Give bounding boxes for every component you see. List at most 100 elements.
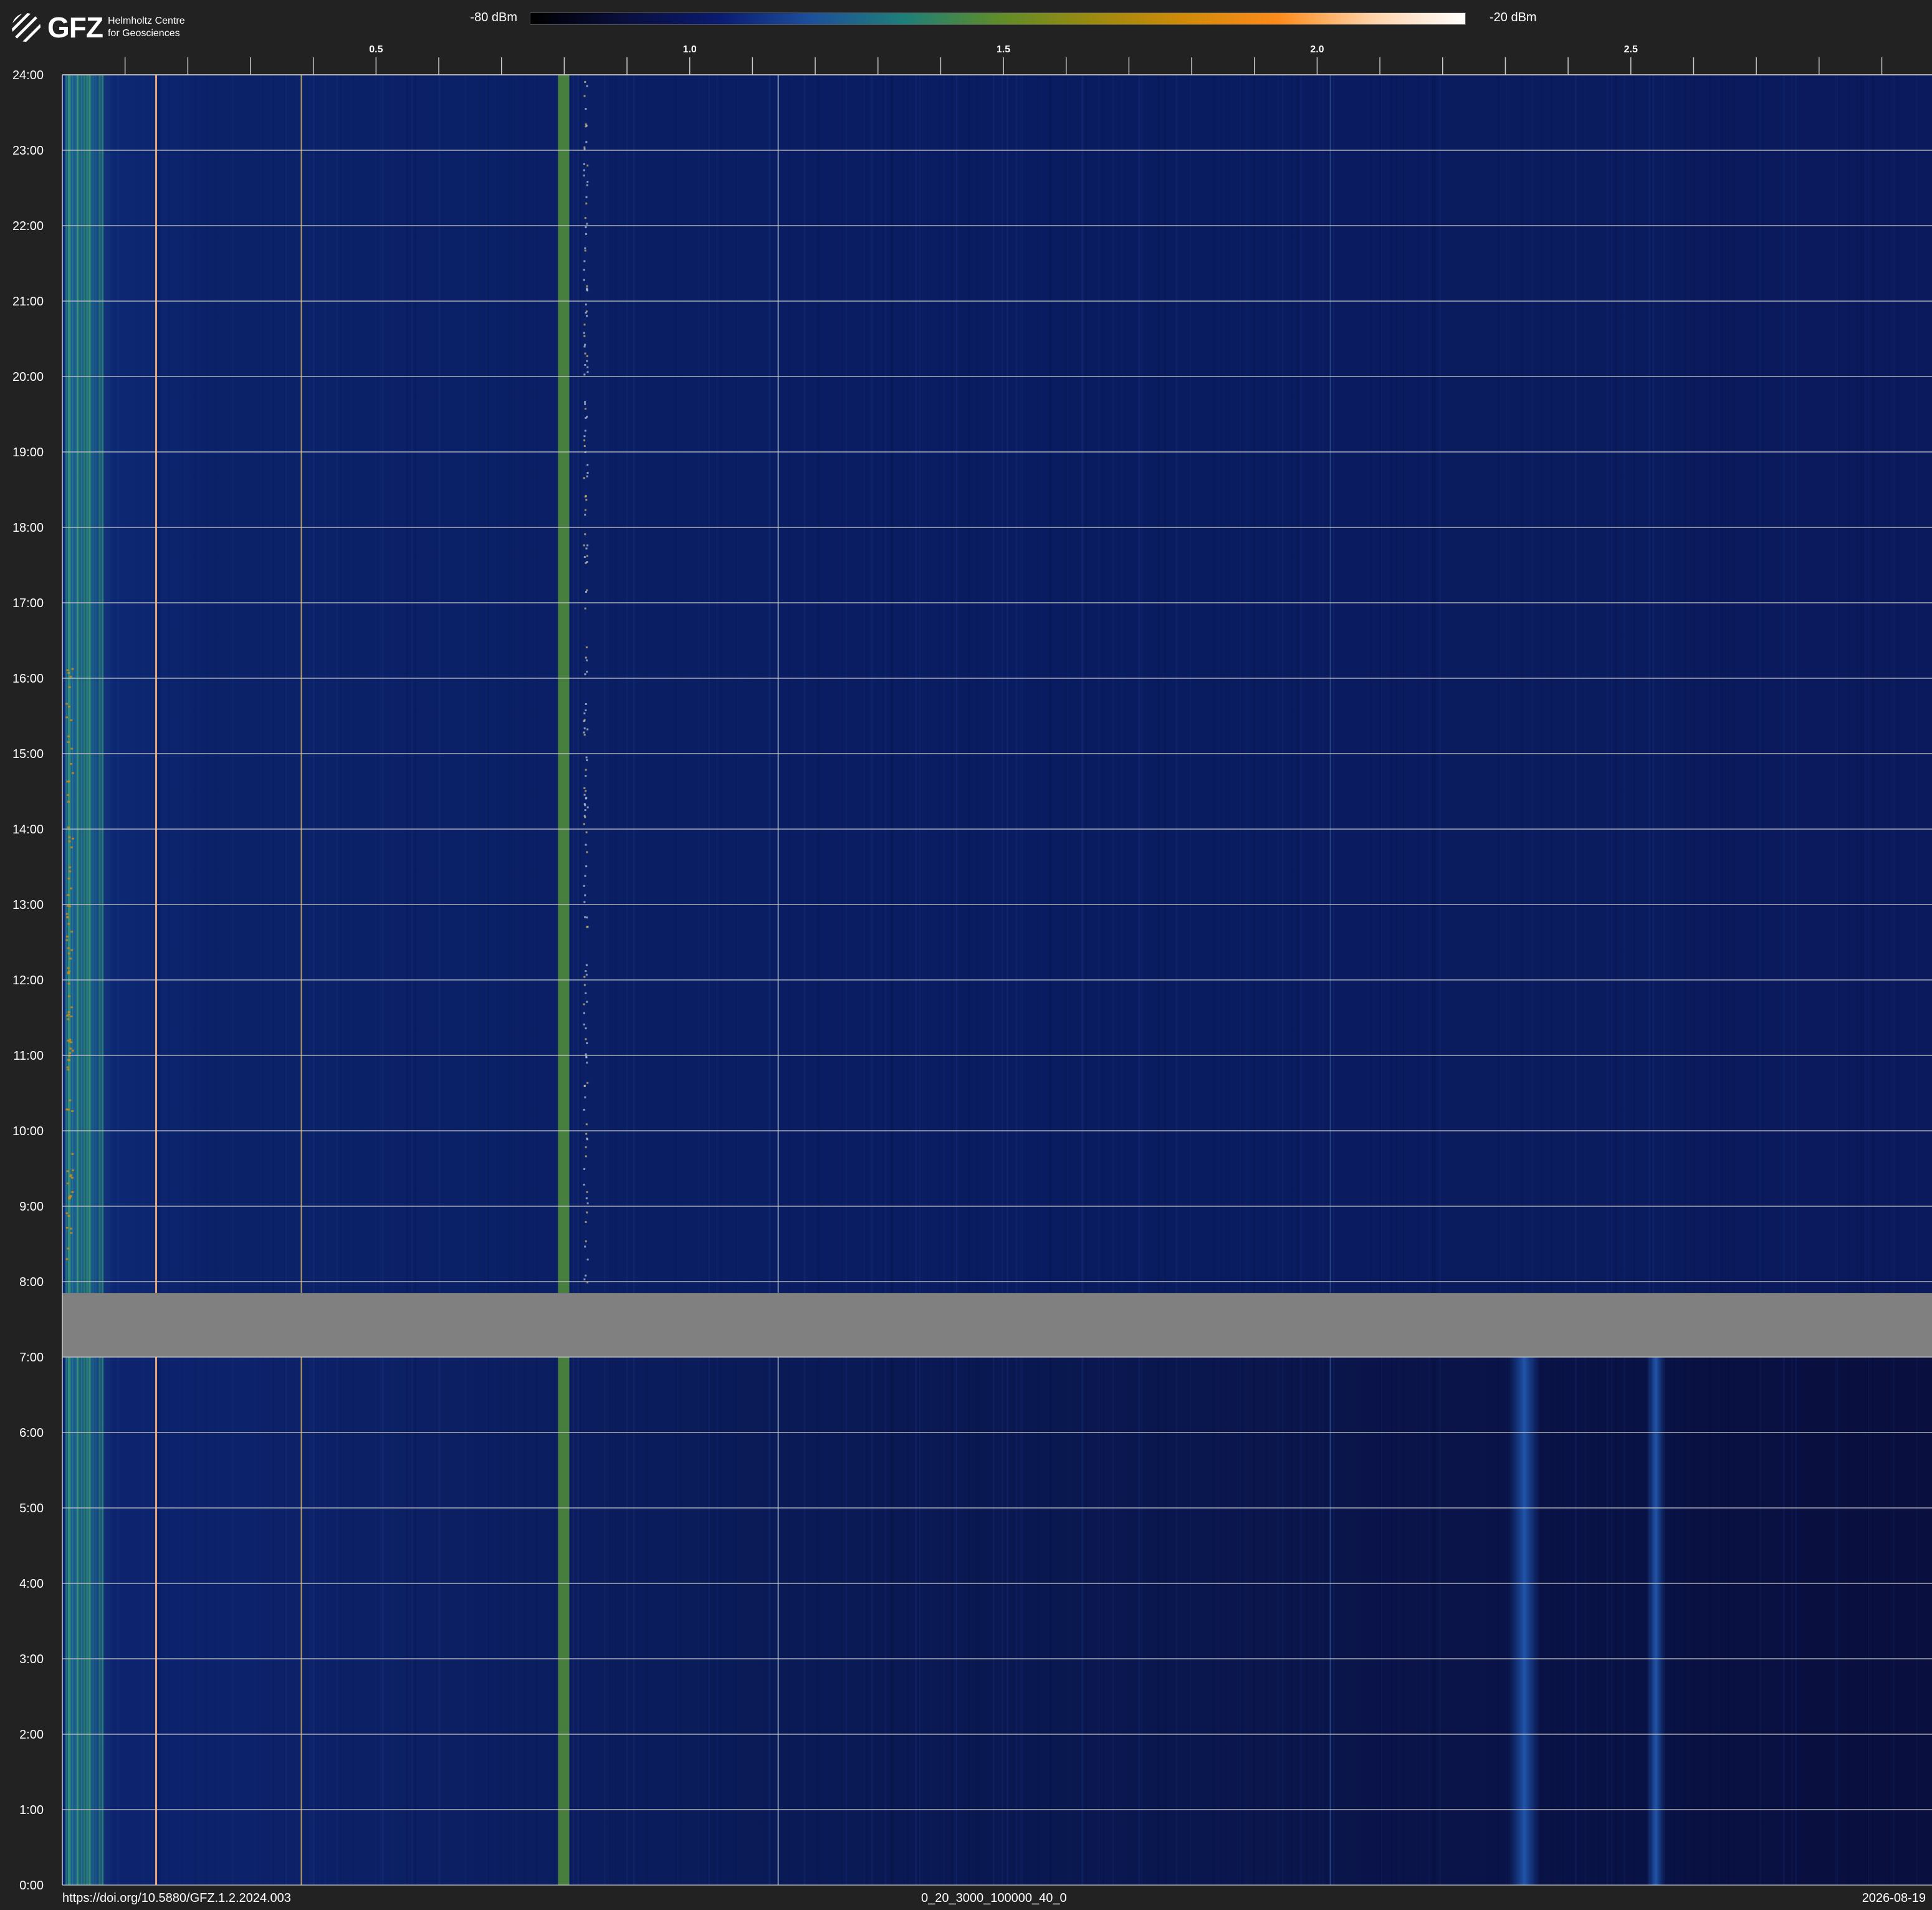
intermittent-dot: [585, 797, 588, 799]
intermittent-dot: [586, 851, 588, 853]
intermittent-dot: [585, 108, 587, 110]
intermittent-dot: [583, 269, 585, 271]
intermittent-dot: [584, 363, 586, 366]
intermittent-dot: [583, 439, 586, 441]
persistent-signal-1: [155, 75, 158, 1293]
intermittent-band-2: [1646, 1357, 1666, 1885]
intermittent-dot: [585, 499, 588, 501]
intermittent-dot: [585, 1197, 588, 1199]
intermittent-dot: [585, 1137, 588, 1140]
intermittent-dot: [583, 1012, 585, 1014]
intermittent-dot: [586, 165, 589, 167]
intermittent-dot: [585, 312, 587, 314]
intermittent-dot: [585, 756, 588, 759]
intermittent-dot: [586, 1191, 588, 1193]
intermittent-dot: [586, 355, 588, 357]
intermittent-dot: [583, 984, 586, 986]
y-tick-label: 22:00: [12, 219, 44, 233]
intermittent-dot: [586, 181, 589, 183]
intermittent-dot: [584, 1096, 586, 1098]
lowfreq-burst: [69, 1039, 72, 1041]
intermittent-dot: [584, 673, 586, 676]
intermittent-dot: [585, 769, 587, 771]
intermittent-dot: [584, 247, 586, 249]
intermittent-dot: [586, 223, 588, 225]
intermittent-dot: [583, 1168, 586, 1170]
lowfreq-burst: [67, 1068, 70, 1071]
lowfreq-burst: [70, 931, 74, 933]
intermittent-dot: [584, 894, 586, 896]
lowfreq-burst: [69, 1175, 72, 1178]
intermittent-dot: [586, 728, 589, 731]
intermittent-dot: [584, 217, 586, 219]
intermittent-dot: [586, 1202, 589, 1204]
lowfreq-burst: [66, 1014, 69, 1017]
intermittent-dot: [583, 794, 586, 796]
lowfreq-burst: [67, 735, 70, 737]
intermittent-dot: [583, 544, 585, 547]
lowfreq-burst: [65, 1212, 69, 1214]
y-tick-label: 21:00: [12, 295, 44, 309]
spectrogram-chart: 0.5 1.0 1.5 2.0 2.5 0:00 1:00 2:00 3:00 4:00 5:00…: [12, 44, 1932, 1893]
intermittent-dot: [585, 790, 587, 792]
lowfreq-burst: [65, 913, 69, 915]
intermittent-dot: [586, 1211, 588, 1214]
intermittent-dot: [585, 1146, 587, 1148]
intermittent-dot: [584, 809, 586, 812]
y-tick-label: 12:00: [12, 974, 44, 987]
intermittent-dot: [584, 401, 586, 403]
intermittent-dot: [583, 734, 586, 736]
intermittent-dot: [583, 1278, 586, 1280]
lowfreq-burst: [67, 794, 70, 796]
x-tick-label: 1.0: [683, 44, 697, 55]
lowfreq-burst: [69, 1047, 72, 1050]
y-tick-label: 6:00: [19, 1426, 44, 1440]
intermittent-dot: [586, 285, 588, 287]
intermittent-dot: [583, 1024, 585, 1026]
lowfreq-burst: [69, 870, 72, 873]
lowfreq-burst: [69, 887, 72, 890]
intermittent-dot: [583, 169, 585, 171]
intermittent-dot: [586, 85, 588, 87]
intermittent-dot: [583, 1183, 585, 1186]
intermittent-dot: [583, 175, 585, 177]
y-tick-label: 24:00: [12, 69, 44, 82]
lowfreq-burst: [70, 719, 73, 721]
intermittent-dot: [585, 196, 588, 198]
intermittent-dot: [584, 1245, 586, 1248]
intermittent-dot: [585, 964, 588, 966]
intermittent-dot: [585, 233, 588, 235]
lowfreq-burst: [67, 952, 70, 954]
intermittent-dot: [585, 659, 588, 661]
intermittent-dot: [583, 148, 586, 150]
intermittent-dot: [585, 646, 588, 649]
lowfreq-burst: [66, 669, 69, 671]
intermittent-dot: [585, 709, 587, 712]
lowfreq-burst: [69, 1227, 72, 1230]
intermittent-dot: [584, 343, 586, 346]
intermittent-dot: [586, 315, 588, 317]
y-tick-label: 7:00: [19, 1351, 44, 1365]
intermittent-dot: [585, 1155, 587, 1158]
lowfreq-burst: [70, 747, 74, 750]
lowfreq-burst: [66, 905, 69, 907]
intermittent-dot: [585, 1055, 588, 1058]
intermittent-dot: [586, 1042, 588, 1045]
persistent-signal-1-night: [155, 1357, 158, 1885]
y-tick-label: 11:00: [13, 1049, 44, 1063]
persistent-signal-3-night: [558, 1357, 570, 1885]
persistent-signal-5: [1329, 75, 1331, 1293]
intermittent-dot: [586, 561, 588, 564]
lowfreq-burst: [68, 840, 71, 843]
lowfreq-burst: [68, 836, 71, 838]
intermittent-dot: [583, 731, 585, 734]
persistent-signal-3: [558, 75, 570, 1293]
intermittent-dot: [584, 352, 586, 355]
intermittent-dot: [586, 759, 588, 762]
intermittent-dot: [583, 787, 586, 789]
intermittent-dot: [584, 607, 586, 610]
lowfreq-burst: [67, 1108, 70, 1111]
lowfreq-burst: [67, 967, 70, 969]
intermittent-dot: [583, 1108, 585, 1111]
intermittent-dot: [583, 815, 586, 817]
